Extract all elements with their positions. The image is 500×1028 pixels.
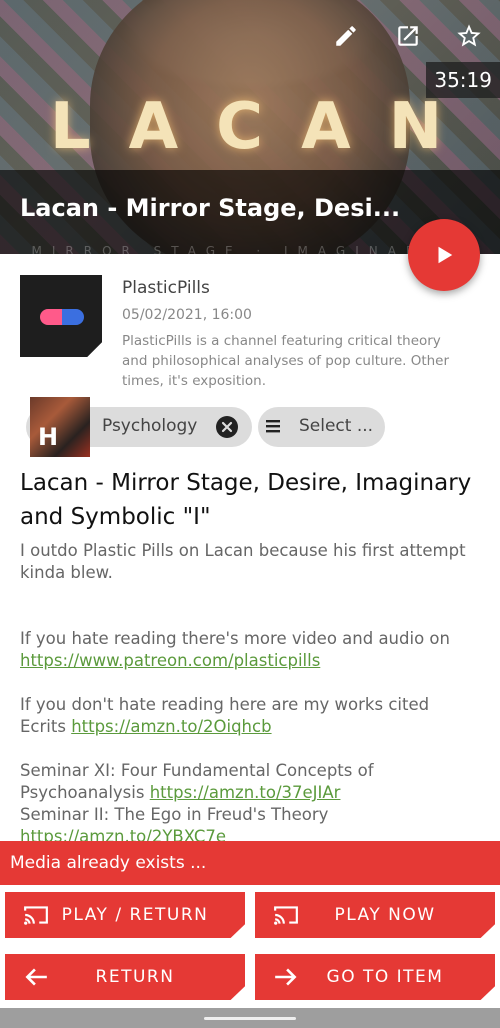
star-outline-icon[interactable]	[453, 20, 485, 52]
patreon-link[interactable]: https://www.patreon.com/plasticpills	[20, 651, 320, 670]
tag-thumbnail: H	[30, 397, 90, 457]
snackbar-message: Media already exists ...	[0, 841, 500, 885]
cast-icon	[274, 906, 298, 925]
return-label: RETURN	[95, 967, 175, 987]
tag-chip-label: Psychology	[102, 416, 198, 436]
play-icon	[438, 246, 453, 264]
select-chip-label: Select ...	[299, 416, 374, 436]
channel-description: PlasticPills is a channel featuring crit…	[122, 333, 450, 389]
play-now-button[interactable]: PLAY NOW	[255, 892, 495, 938]
ecrits-link[interactable]: https://amzn.to/2Oiqhcb	[71, 717, 271, 736]
description-intro: I outdo Plastic Pills on Lacan because h…	[20, 541, 466, 582]
description-paragraph: Seminar II: The Ego in Freud's Theory	[20, 804, 480, 826]
channel-avatar[interactable]	[20, 275, 102, 357]
open-in-new-icon[interactable]	[392, 20, 424, 52]
channel-name[interactable]: PlasticPills	[122, 278, 210, 298]
duration-badge: 35:19	[426, 62, 500, 98]
video-thumbnail-header: LACAN MIRROR STAGE · IMAGINARY · SYMBOLI…	[0, 0, 500, 254]
pencil-icon[interactable]	[330, 20, 362, 52]
arrow-right-icon	[275, 968, 297, 986]
select-tag-chip[interactable]: Select ...	[258, 407, 385, 447]
video-title: Lacan - Mirror Stage, Desire, Imaginary …	[20, 470, 472, 530]
thumbnail-big-word: LACAN	[49, 90, 481, 164]
cast-icon	[24, 906, 48, 925]
play-return-button[interactable]: PLAY / RETURN	[5, 892, 245, 938]
play-now-label: PLAY NOW	[334, 905, 436, 925]
play-fab-button[interactable]	[408, 219, 480, 291]
description-text: If you hate reading there's more video a…	[20, 629, 450, 648]
go-to-item-button[interactable]: GO TO ITEM	[255, 954, 495, 1000]
menu-icon	[266, 420, 280, 433]
publish-date: 05/02/2021, 16:00	[122, 307, 252, 323]
video-description: I outdo Plastic Pills on Lacan because h…	[20, 540, 480, 848]
play-return-label: PLAY / RETURN	[61, 905, 209, 925]
description-paragraph: Seminar XI: Four Fundamental Concepts of…	[20, 760, 480, 804]
description-text: Seminar II: The Ego in Freud's Theory	[20, 805, 329, 824]
description-paragraph: If you don't hate reading here are my wo…	[20, 694, 480, 738]
go-to-item-label: GO TO ITEM	[326, 967, 444, 987]
seminar-xi-link[interactable]: https://amzn.to/37eJIAr	[150, 783, 341, 802]
description-paragraph: If you hate reading there's more video a…	[20, 628, 480, 672]
tag-chip-psychology[interactable]: H Psychology	[26, 397, 252, 457]
header-title: Lacan - Mirror Stage, Desi...	[20, 194, 401, 222]
arrow-left-icon	[25, 968, 47, 986]
close-icon[interactable]	[216, 416, 238, 438]
tag-thumb-letter: H	[38, 423, 59, 451]
gesture-handle[interactable]	[204, 1017, 296, 1020]
system-navigation-bar	[0, 1008, 500, 1028]
pill-logo-icon	[40, 309, 84, 325]
return-button[interactable]: RETURN	[5, 954, 245, 1000]
